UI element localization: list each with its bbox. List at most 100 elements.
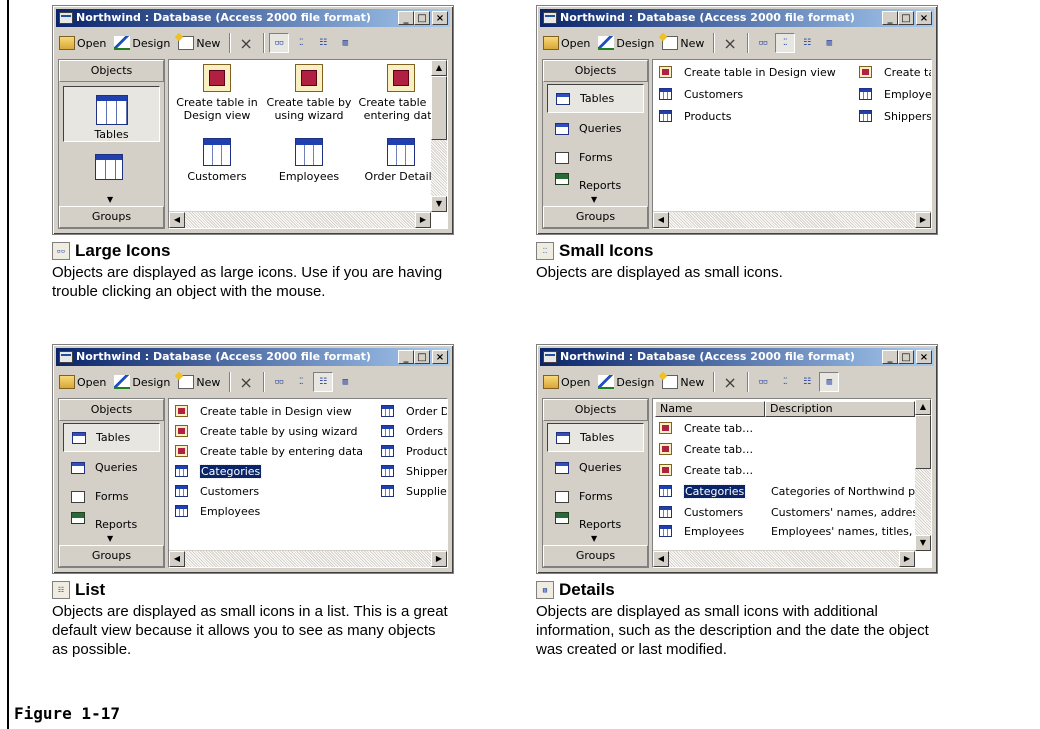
minimize-button[interactable]: _ xyxy=(398,350,414,364)
list-item[interactable]: Categories xyxy=(175,463,263,479)
list-item[interactable]: Shippers xyxy=(859,108,931,124)
design-button[interactable]: Design xyxy=(595,32,657,54)
list-view-button[interactable]: ☷ xyxy=(312,372,333,392)
large-item[interactable]: Employees xyxy=(263,132,355,183)
list-item[interactable]: Employees xyxy=(175,503,260,519)
large-icons-view-button[interactable]: ▫▫ xyxy=(753,372,773,392)
title-bar[interactable]: Northwind : Database (Access 2000 file f… xyxy=(540,9,934,27)
details-view-button[interactable]: ▥ xyxy=(819,33,839,53)
minimize-button[interactable]: _ xyxy=(882,11,898,25)
scroll-thumb[interactable] xyxy=(431,76,447,140)
scroll-down-icon[interactable]: ▼ xyxy=(591,534,597,543)
large-item[interactable]: Create table in Design view xyxy=(171,64,263,122)
vertical-scrollbar[interactable]: ▲ ▼ xyxy=(915,399,931,551)
table-row[interactable]: Employees xyxy=(659,525,744,537)
scroll-left-button[interactable]: ◀ xyxy=(169,551,185,567)
open-button[interactable]: Open xyxy=(56,32,109,54)
large-icons-view-button[interactable]: ▫▫ xyxy=(753,33,773,53)
table-row[interactable]: Create tab… xyxy=(659,462,753,478)
title-bar[interactable]: Northwind : Database (Access 2000 file f… xyxy=(56,9,450,27)
list-item[interactable]: Create table by entering data xyxy=(175,443,363,459)
close-button[interactable]: × xyxy=(916,11,932,25)
small-icons-view-button[interactable]: ⁚⁚ xyxy=(774,33,795,53)
groups-header[interactable]: Groups xyxy=(59,545,164,567)
list-view-button[interactable]: ☷ xyxy=(797,33,817,53)
description-column-header[interactable]: Description xyxy=(765,401,915,417)
scroll-down-icon[interactable]: ▼ xyxy=(591,195,597,204)
delete-button[interactable]: × xyxy=(235,371,256,393)
objects-queries[interactable]: Queries xyxy=(547,115,644,142)
scroll-down-button[interactable]: ▼ xyxy=(431,196,447,212)
list-item[interactable]: Products xyxy=(381,443,447,459)
objects-tables[interactable]: Tables xyxy=(547,84,644,113)
objects-forms[interactable]: Forms xyxy=(547,483,644,510)
open-button[interactable]: Open xyxy=(56,371,109,393)
delete-button[interactable]: × xyxy=(719,32,740,54)
design-button[interactable]: Design xyxy=(111,32,173,54)
title-bar[interactable]: Northwind : Database (Access 2000 file f… xyxy=(540,348,934,366)
design-button[interactable]: Design xyxy=(595,371,657,393)
list-item[interactable]: Create table in Design view xyxy=(175,403,352,419)
maximize-button[interactable]: □ xyxy=(414,11,430,25)
horizontal-scrollbar[interactable]: ◀ ▶ xyxy=(169,550,447,567)
groups-header[interactable]: Groups xyxy=(59,206,164,228)
objects-forms[interactable]: Forms xyxy=(547,144,644,171)
list-item[interactable]: Create ta xyxy=(859,64,931,80)
list-item[interactable]: Order De xyxy=(381,403,447,419)
list-item[interactable]: Orders xyxy=(381,423,443,439)
table-row[interactable]: Create tab… xyxy=(659,420,753,436)
scroll-left-button[interactable]: ◀ xyxy=(653,551,669,567)
maximize-button[interactable]: □ xyxy=(898,350,914,364)
horizontal-scrollbar[interactable]: ◀ ▶ xyxy=(653,211,931,228)
new-button[interactable]: New xyxy=(175,371,223,393)
list-item[interactable]: Create table in Design view xyxy=(659,64,836,80)
large-icons-view-button[interactable]: ▫▫ xyxy=(269,372,289,392)
list-item[interactable]: Suppliers xyxy=(381,483,447,499)
delete-button[interactable]: × xyxy=(719,371,740,393)
close-button[interactable]: × xyxy=(432,350,448,364)
list-item[interactable]: Create table by using wizard xyxy=(175,423,357,439)
table-row[interactable]: Create tab… xyxy=(659,441,753,457)
scroll-left-button[interactable]: ◀ xyxy=(653,212,669,228)
objects-reports[interactable]: Reports xyxy=(547,173,644,191)
minimize-button[interactable]: _ xyxy=(882,350,898,364)
scroll-up-button[interactable]: ▲ xyxy=(431,60,447,76)
delete-button[interactable]: × xyxy=(235,32,256,54)
list-item[interactable]: Employee xyxy=(859,86,931,102)
scroll-up-button[interactable]: ▲ xyxy=(915,399,931,415)
close-button[interactable]: × xyxy=(432,11,448,25)
objects-header[interactable]: Objects xyxy=(543,60,648,82)
maximize-button[interactable]: □ xyxy=(898,11,914,25)
scroll-down-icon[interactable]: ▼ xyxy=(107,195,113,204)
objects-forms[interactable]: Forms xyxy=(63,483,160,510)
scroll-left-button[interactable]: ◀ xyxy=(169,212,185,228)
details-view-button[interactable]: ▥ xyxy=(818,372,839,392)
groups-header[interactable]: Groups xyxy=(543,206,648,228)
objects-header[interactable]: Objects xyxy=(543,399,648,421)
new-button[interactable]: New xyxy=(659,371,707,393)
details-view-button[interactable]: ▥ xyxy=(335,372,355,392)
table-row[interactable]: Customers xyxy=(659,504,743,520)
horizontal-scrollbar[interactable]: ◀ ▶ xyxy=(169,211,431,228)
list-view-button[interactable]: ☷ xyxy=(313,33,333,53)
scroll-right-button[interactable]: ▶ xyxy=(415,212,431,228)
horizontal-scrollbar[interactable]: ◀ ▶ xyxy=(653,550,915,567)
new-button[interactable]: New xyxy=(175,32,223,54)
small-icons-view-button[interactable]: ⁚⁚ xyxy=(291,372,311,392)
large-icons-view-button[interactable]: ▫▫ xyxy=(268,33,289,53)
objects-queries[interactable]: Queries xyxy=(547,454,644,481)
scroll-thumb[interactable] xyxy=(915,415,931,469)
open-button[interactable]: Open xyxy=(540,371,593,393)
objects-tables[interactable]: Tables xyxy=(63,86,160,142)
details-view-button[interactable]: ▥ xyxy=(335,33,355,53)
large-item[interactable]: Customers xyxy=(171,132,263,183)
objects-header[interactable]: Objects xyxy=(59,60,164,82)
objects-reports[interactable]: Reports xyxy=(63,512,160,530)
open-button[interactable]: Open xyxy=(540,32,593,54)
large-item[interactable]: Create table by using wizard xyxy=(263,64,355,122)
title-bar[interactable]: Northwind : Database (Access 2000 file f… xyxy=(56,348,450,366)
list-item[interactable]: Shippers xyxy=(381,463,447,479)
list-item[interactable]: Products xyxy=(659,108,732,124)
objects-queries[interactable]: Queries xyxy=(63,454,160,481)
maximize-button[interactable]: □ xyxy=(414,350,430,364)
